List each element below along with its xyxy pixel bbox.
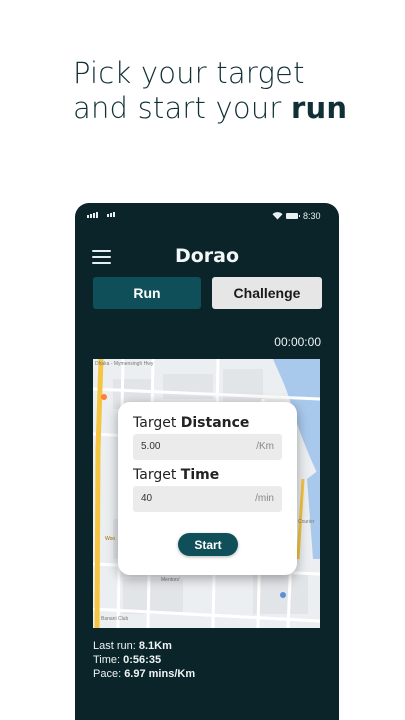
map-label: Mentors' — [161, 577, 181, 583]
last-run-stats: Last run: 8.1Km Time: 0:56:35 Pace: 6.97… — [93, 639, 195, 681]
phone-mockup: 8:30 Dorao Run Challenge 00:00:00 Dhaka … — [75, 203, 339, 720]
map-label: Dhaka - Mymensingh Hwy — [95, 361, 154, 367]
headline: Pick your target and start your run — [73, 56, 347, 126]
target-time-input[interactable]: 40 /min — [133, 486, 282, 512]
target-time-unit: /min — [255, 493, 274, 504]
target-distance-unit: /Km — [256, 441, 274, 452]
signal-icon — [107, 212, 115, 217]
map-label: Courier — [298, 519, 315, 525]
map-label: Woo — [105, 536, 116, 542]
target-distance-input[interactable]: 5.00 /Km — [133, 434, 282, 460]
app-title: Dorao — [174, 245, 240, 267]
headline-line-2: and start your run — [73, 91, 348, 125]
tab-run[interactable]: Run — [93, 277, 201, 309]
headline-line-1: Pick your target — [73, 56, 305, 90]
tab-challenge[interactable]: Challenge — [212, 277, 322, 309]
status-clock: 8:30 — [303, 211, 321, 221]
last-run-row: Last run: 8.1Km — [93, 640, 172, 652]
status-bar: 8:30 — [75, 203, 339, 229]
wifi-icon — [272, 212, 283, 220]
target-card: Target Distance 5.00 /Km Target Time 40 … — [118, 402, 297, 575]
target-time-label: Target Time — [133, 467, 220, 483]
target-distance-label: Target Distance — [133, 415, 250, 431]
target-distance-value: 5.00 — [141, 441, 161, 452]
run-timer: 00:00:00 — [274, 335, 321, 349]
signal-icon — [87, 212, 98, 218]
map-label: Banani Club — [101, 616, 129, 622]
time-row: Time: 0:56:35 — [93, 654, 162, 666]
battery-icon — [286, 213, 300, 219]
pace-row: Pace: 6.97 mins/Km — [93, 668, 196, 680]
target-time-value: 40 — [141, 493, 153, 504]
start-button[interactable]: Start — [178, 533, 238, 556]
